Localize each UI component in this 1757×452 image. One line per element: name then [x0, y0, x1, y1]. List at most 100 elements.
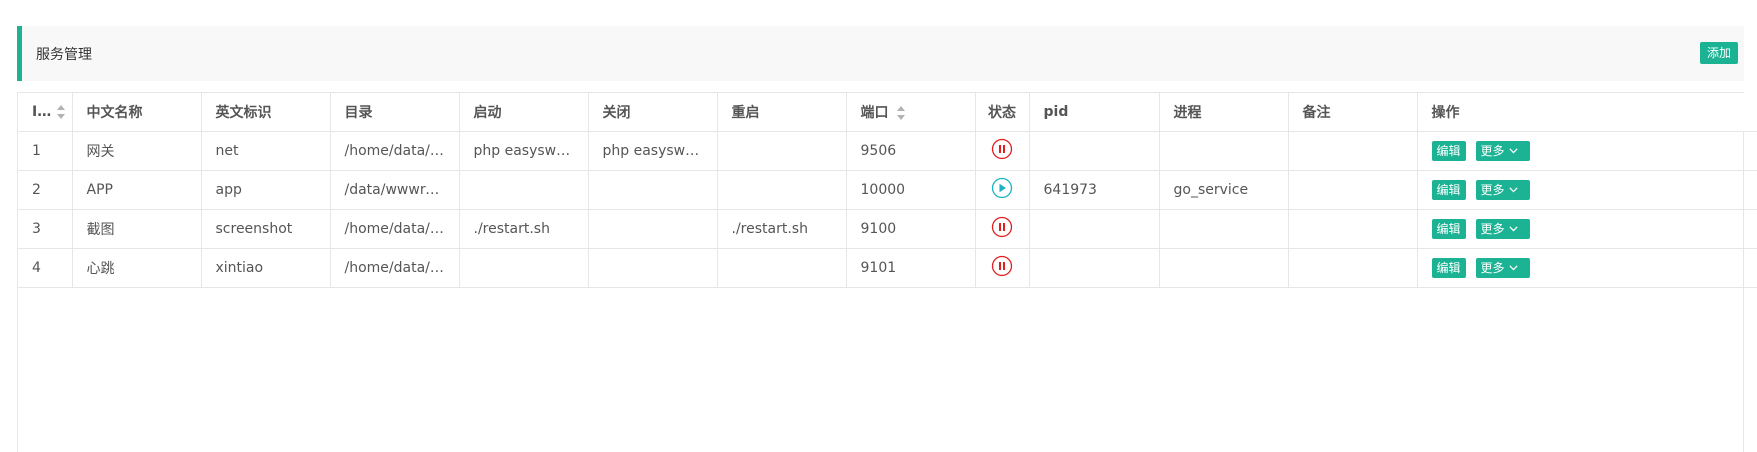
more-button-label: 更多 [1480, 260, 1505, 275]
cell-port: 10000 [846, 170, 976, 210]
column-header-dir: 目录 [330, 93, 460, 132]
cell-en-name: net [201, 131, 331, 171]
cell-actions: 编辑 更多 [1417, 248, 1757, 288]
cell-actions: 编辑 更多 [1417, 170, 1757, 210]
cell-actions: 编辑 更多 [1417, 131, 1757, 171]
pause-icon[interactable] [991, 138, 1013, 164]
cell-port: 9100 [846, 209, 976, 249]
column-header-stop: 关闭 [588, 93, 718, 132]
column-header-label: 目录 [344, 104, 373, 121]
table-row: 1 网关 net/home/data/zhw… php easyswool… php e… [18, 131, 1757, 171]
cell-process: go_service [1159, 170, 1289, 210]
edit-button[interactable]: 编辑 [1431, 179, 1466, 200]
cell-cn-name: 网关 [72, 131, 202, 171]
column-header-en-name: 英文标识 [201, 93, 331, 132]
cell-pid [1029, 131, 1160, 171]
chevron-down-icon [1508, 140, 1518, 160]
table-row: 3 截图 screenshot/home/data/zhw… ./restart.sh… [18, 209, 1757, 249]
cell-remark [1288, 170, 1418, 210]
column-header-remark: 备注 [1288, 93, 1418, 132]
cell-dir: /home/data/zhw… [330, 131, 460, 171]
page-title: 服务管理 [36, 47, 92, 63]
cell-cn-name: APP [72, 170, 202, 210]
column-header-label: 英文标识 [215, 104, 272, 121]
pause-icon[interactable] [991, 255, 1013, 281]
cell-remark [1288, 248, 1418, 288]
sort-icon[interactable] [56, 104, 66, 119]
cell-dir: /data/wwwroot/… [330, 170, 460, 210]
edit-button[interactable]: 编辑 [1431, 140, 1466, 161]
more-button[interactable]: 更多 [1475, 257, 1530, 278]
edit-button[interactable]: 编辑 [1431, 218, 1466, 239]
cell-process [1159, 131, 1289, 171]
cell-remark [1288, 209, 1418, 249]
column-header-actions: 操作 [1417, 93, 1757, 132]
add-button[interactable]: 添加 [1700, 42, 1738, 64]
cell-restart [717, 131, 847, 171]
services-table-container: ID 中文名称 英文标识 目录 启动 关闭 重启 端口 状态 pid 进程 备注 操作 1 网关 net/h… [17, 92, 1757, 452]
column-header-status: 状态 [975, 93, 1030, 132]
column-header-start: 启动 [459, 93, 589, 132]
cell-pid: 641973 [1029, 170, 1160, 210]
column-header-label: 关闭 [602, 104, 631, 121]
cell-en-name: screenshot [201, 209, 331, 249]
column-header-label: pid [1043, 103, 1069, 120]
service-management-panel: 服务管理 添加 ID 中文名称 英文标识 目录 启动 关闭 重启 端口 状态 pid 进程 备注操 [17, 26, 1757, 452]
more-button[interactable]: 更多 [1475, 140, 1530, 161]
cell-stop: php easyswool… [588, 131, 718, 171]
play-icon[interactable] [991, 177, 1013, 203]
column-header-id[interactable]: ID [18, 93, 73, 132]
column-header-label: 进程 [1173, 104, 1202, 121]
edit-button[interactable]: 编辑 [1431, 257, 1466, 278]
cell-id: 4 [18, 248, 73, 288]
cell-status [975, 170, 1030, 210]
more-button[interactable]: 更多 [1475, 179, 1530, 200]
column-header-port[interactable]: 端口 [846, 93, 976, 132]
cell-cn-name: 心跳 [72, 248, 202, 288]
services-table: ID 中文名称 英文标识 目录 启动 关闭 重启 端口 状态 pid 进程 备注 操作 1 网关 net/h… [18, 93, 1757, 288]
column-header-label: 操作 [1431, 104, 1460, 121]
cell-port: 9506 [846, 131, 976, 171]
cell-stop [588, 170, 718, 210]
chevron-down-icon [1508, 179, 1518, 199]
chevron-down-icon [1508, 257, 1518, 277]
sort-icon[interactable] [896, 105, 906, 120]
cell-actions: 编辑 更多 [1417, 209, 1757, 249]
cell-id: 3 [18, 209, 73, 249]
pause-icon[interactable] [991, 216, 1013, 242]
more-button-label: 更多 [1480, 143, 1505, 158]
cell-dir: /home/data/zhw… [330, 248, 460, 288]
cell-start: ./restart.sh [459, 209, 589, 249]
cell-en-name: app [201, 170, 331, 210]
chevron-down-icon [1508, 218, 1518, 238]
column-header-label: 状态 [988, 104, 1016, 121]
cell-process [1159, 209, 1289, 249]
column-header-process: 进程 [1159, 93, 1289, 132]
cell-en-name: xintiao [201, 248, 331, 288]
cell-pid [1029, 209, 1160, 249]
column-header-label: ID [32, 103, 49, 120]
cell-status [975, 248, 1030, 288]
cell-stop [588, 209, 718, 249]
cell-start [459, 170, 589, 210]
more-button[interactable]: 更多 [1475, 218, 1530, 239]
column-header-label: 中文名称 [86, 104, 143, 121]
column-header-label: 端口 [860, 104, 889, 121]
table-header-row: ID 中文名称 英文标识 目录 启动 关闭 重启 端口 状态 pid 进程 备注 操作 [18, 93, 1757, 132]
column-header-label: 重启 [731, 104, 760, 121]
cell-stop [588, 248, 718, 288]
table-row: 4 心跳 xintiao/home/data/zhw… 9101 编辑 更多 [18, 248, 1757, 288]
column-header-label: 备注 [1302, 104, 1331, 121]
cell-process [1159, 248, 1289, 288]
column-header-restart: 重启 [717, 93, 847, 132]
cell-pid [1029, 248, 1160, 288]
cell-restart [717, 170, 847, 210]
cell-restart: ./restart.sh [717, 209, 847, 249]
cell-remark [1288, 131, 1418, 171]
cell-status [975, 209, 1030, 249]
cell-status [975, 131, 1030, 171]
cell-restart [717, 248, 847, 288]
cell-start [459, 248, 589, 288]
cell-start: php easyswool… [459, 131, 589, 171]
cell-port: 9101 [846, 248, 976, 288]
